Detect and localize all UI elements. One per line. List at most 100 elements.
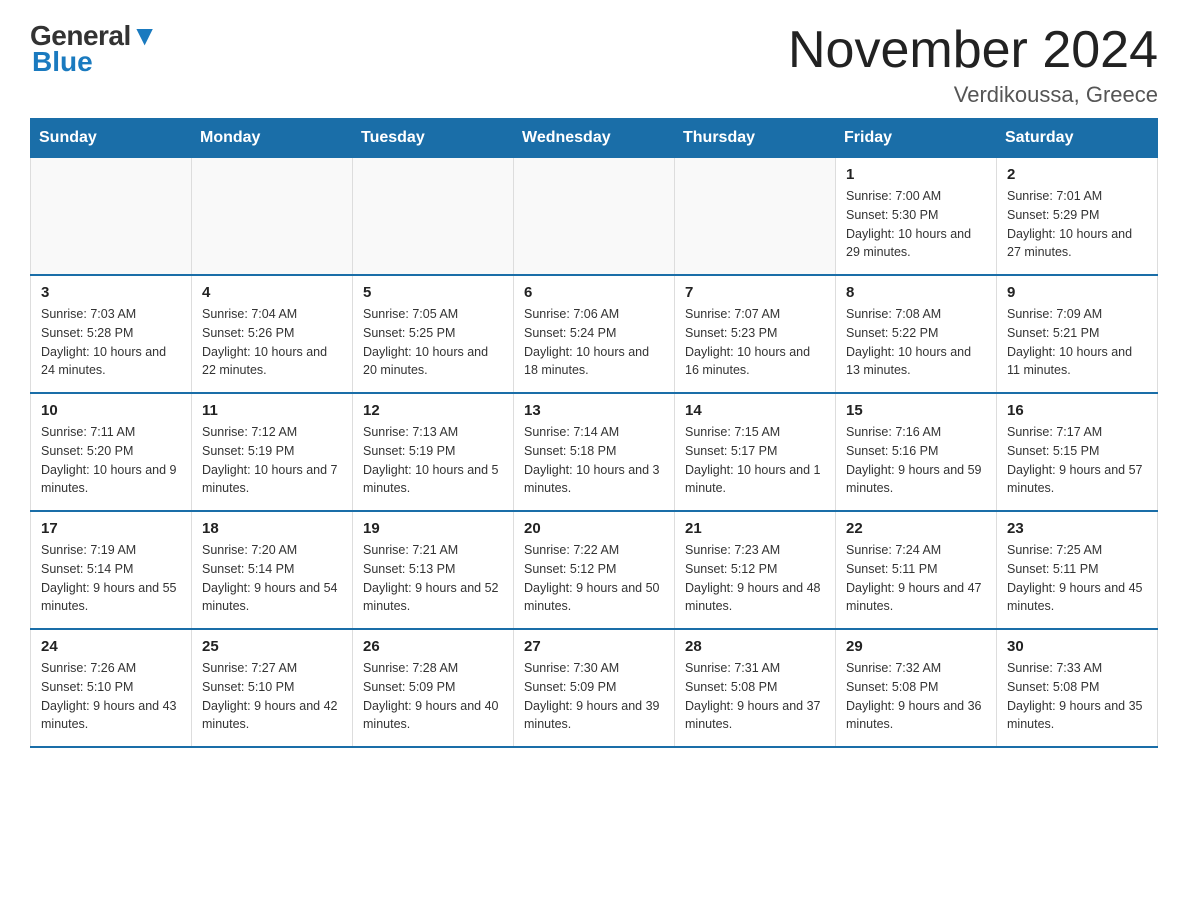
day-number: 5: [363, 284, 503, 301]
day-info: Sunrise: 7:15 AMSunset: 5:17 PMDaylight:…: [685, 423, 825, 498]
day-info: Sunrise: 7:16 AMSunset: 5:16 PMDaylight:…: [846, 423, 986, 498]
calendar-cell: 16 Sunrise: 7:17 AMSunset: 5:15 PMDayligh…: [997, 393, 1158, 511]
day-header-tuesday: Tuesday: [353, 119, 514, 158]
calendar-cell: 24 Sunrise: 7:26 AMSunset: 5:10 PMDayligh…: [31, 629, 192, 747]
day-number: 30: [1007, 638, 1147, 655]
day-info: Sunrise: 7:22 AMSunset: 5:12 PMDaylight:…: [524, 541, 664, 616]
calendar-cell: 19 Sunrise: 7:21 AMSunset: 5:13 PMDayligh…: [353, 511, 514, 629]
day-header-monday: Monday: [192, 119, 353, 158]
day-number: 20: [524, 520, 664, 537]
calendar-week-5: 24 Sunrise: 7:26 AMSunset: 5:10 PMDayligh…: [31, 629, 1158, 747]
day-info: Sunrise: 7:00 AMSunset: 5:30 PMDaylight:…: [846, 187, 986, 262]
day-number: 8: [846, 284, 986, 301]
calendar-cell: 7 Sunrise: 7:07 AMSunset: 5:23 PMDaylight…: [675, 275, 836, 393]
calendar-cell: [675, 158, 836, 276]
title-section: November 2024 Verdikoussa, Greece: [788, 20, 1158, 108]
day-number: 17: [41, 520, 181, 537]
day-number: 28: [685, 638, 825, 655]
day-number: 1: [846, 166, 986, 183]
day-info: Sunrise: 7:24 AMSunset: 5:11 PMDaylight:…: [846, 541, 986, 616]
day-number: 14: [685, 402, 825, 419]
day-info: Sunrise: 7:25 AMSunset: 5:11 PMDaylight:…: [1007, 541, 1147, 616]
day-number: 16: [1007, 402, 1147, 419]
location-text: Verdikoussa, Greece: [788, 82, 1158, 108]
day-number: 7: [685, 284, 825, 301]
day-number: 10: [41, 402, 181, 419]
day-info: Sunrise: 7:03 AMSunset: 5:28 PMDaylight:…: [41, 305, 181, 380]
day-header-wednesday: Wednesday: [514, 119, 675, 158]
day-info: Sunrise: 7:32 AMSunset: 5:08 PMDaylight:…: [846, 659, 986, 734]
day-number: 18: [202, 520, 342, 537]
day-info: Sunrise: 7:14 AMSunset: 5:18 PMDaylight:…: [524, 423, 664, 498]
day-number: 15: [846, 402, 986, 419]
calendar-cell: 12Sunrise: 7:13 AMSunset: 5:19 PMDayligh…: [353, 393, 514, 511]
day-number: 12: [363, 402, 503, 419]
calendar-cell: 23Sunrise: 7:25 AMSunset: 5:11 PMDayligh…: [997, 511, 1158, 629]
page-header: General▼ Blue November 2024 Verdikoussa,…: [30, 20, 1158, 108]
day-info: Sunrise: 7:27 AMSunset: 5:10 PMDaylight:…: [202, 659, 342, 734]
calendar-week-2: 3 Sunrise: 7:03 AMSunset: 5:28 PMDaylight…: [31, 275, 1158, 393]
calendar-body: 1 Sunrise: 7:00 AMSunset: 5:30 PMDaylight…: [31, 158, 1158, 748]
calendar-cell: [514, 158, 675, 276]
month-title: November 2024: [788, 20, 1158, 80]
calendar-cell: 30Sunrise: 7:33 AMSunset: 5:08 PMDayligh…: [997, 629, 1158, 747]
calendar-cell: 18 Sunrise: 7:20 AMSunset: 5:14 PMDayligh…: [192, 511, 353, 629]
calendar-cell: 27 Sunrise: 7:30 AMSunset: 5:09 PMDayligh…: [514, 629, 675, 747]
day-number: 27: [524, 638, 664, 655]
calendar-cell: 5Sunrise: 7:05 AMSunset: 5:25 PMDaylight…: [353, 275, 514, 393]
calendar-cell: 14 Sunrise: 7:15 AMSunset: 5:17 PMDayligh…: [675, 393, 836, 511]
calendar-cell: 8 Sunrise: 7:08 AMSunset: 5:22 PMDaylight…: [836, 275, 997, 393]
calendar-cell: 9 Sunrise: 7:09 AMSunset: 5:21 PMDaylight…: [997, 275, 1158, 393]
day-number: 13: [524, 402, 664, 419]
logo: General▼ Blue: [30, 20, 158, 78]
day-number: 26: [363, 638, 503, 655]
day-info: Sunrise: 7:11 AMSunset: 5:20 PMDaylight:…: [41, 423, 181, 498]
day-info: Sunrise: 7:17 AMSunset: 5:15 PMDaylight:…: [1007, 423, 1147, 498]
day-header-saturday: Saturday: [997, 119, 1158, 158]
calendar-week-3: 10 Sunrise: 7:11 AMSunset: 5:20 PMDayligh…: [31, 393, 1158, 511]
calendar-cell: 25 Sunrise: 7:27 AMSunset: 5:10 PMDayligh…: [192, 629, 353, 747]
day-info: Sunrise: 7:07 AMSunset: 5:23 PMDaylight:…: [685, 305, 825, 380]
calendar-cell: [31, 158, 192, 276]
day-number: 21: [685, 520, 825, 537]
day-info: Sunrise: 7:28 AMSunset: 5:09 PMDaylight:…: [363, 659, 503, 734]
calendar-week-1: 1 Sunrise: 7:00 AMSunset: 5:30 PMDaylight…: [31, 158, 1158, 276]
calendar-table: SundayMondayTuesdayWednesdayThursdayFrid…: [30, 118, 1158, 748]
logo-text-bottom: Blue: [32, 46, 93, 78]
day-header-thursday: Thursday: [675, 119, 836, 158]
day-number: 6: [524, 284, 664, 301]
day-info: Sunrise: 7:12 AMSunset: 5:19 PMDaylight:…: [202, 423, 342, 498]
calendar-cell: 11Sunrise: 7:12 AMSunset: 5:19 PMDayligh…: [192, 393, 353, 511]
day-info: Sunrise: 7:26 AMSunset: 5:10 PMDaylight:…: [41, 659, 181, 734]
day-info: Sunrise: 7:08 AMSunset: 5:22 PMDaylight:…: [846, 305, 986, 380]
calendar-cell: [353, 158, 514, 276]
day-number: 29: [846, 638, 986, 655]
day-info: Sunrise: 7:04 AMSunset: 5:26 PMDaylight:…: [202, 305, 342, 380]
day-header-friday: Friday: [836, 119, 997, 158]
day-info: Sunrise: 7:30 AMSunset: 5:09 PMDaylight:…: [524, 659, 664, 734]
calendar-cell: 28 Sunrise: 7:31 AMSunset: 5:08 PMDayligh…: [675, 629, 836, 747]
calendar-week-4: 17Sunrise: 7:19 AMSunset: 5:14 PMDayligh…: [31, 511, 1158, 629]
days-of-week-row: SundayMondayTuesdayWednesdayThursdayFrid…: [31, 119, 1158, 158]
calendar-cell: 1 Sunrise: 7:00 AMSunset: 5:30 PMDaylight…: [836, 158, 997, 276]
logo-triangle-icon: ▼: [131, 20, 158, 51]
day-info: Sunrise: 7:31 AMSunset: 5:08 PMDaylight:…: [685, 659, 825, 734]
day-number: 24: [41, 638, 181, 655]
day-number: 3: [41, 284, 181, 301]
day-number: 9: [1007, 284, 1147, 301]
day-number: 19: [363, 520, 503, 537]
calendar-cell: 21Sunrise: 7:23 AMSunset: 5:12 PMDayligh…: [675, 511, 836, 629]
calendar-cell: 6 Sunrise: 7:06 AMSunset: 5:24 PMDaylight…: [514, 275, 675, 393]
day-info: Sunrise: 7:21 AMSunset: 5:13 PMDaylight:…: [363, 541, 503, 616]
day-number: 4: [202, 284, 342, 301]
day-info: Sunrise: 7:09 AMSunset: 5:21 PMDaylight:…: [1007, 305, 1147, 380]
day-info: Sunrise: 7:06 AMSunset: 5:24 PMDaylight:…: [524, 305, 664, 380]
calendar-cell: 20 Sunrise: 7:22 AMSunset: 5:12 PMDayligh…: [514, 511, 675, 629]
calendar-cell: 2Sunrise: 7:01 AMSunset: 5:29 PMDaylight…: [997, 158, 1158, 276]
day-number: 25: [202, 638, 342, 655]
day-info: Sunrise: 7:01 AMSunset: 5:29 PMDaylight:…: [1007, 187, 1147, 262]
calendar-cell: 29 Sunrise: 7:32 AMSunset: 5:08 PMDayligh…: [836, 629, 997, 747]
calendar-cell: 3 Sunrise: 7:03 AMSunset: 5:28 PMDaylight…: [31, 275, 192, 393]
calendar-cell: 13 Sunrise: 7:14 AMSunset: 5:18 PMDayligh…: [514, 393, 675, 511]
day-info: Sunrise: 7:20 AMSunset: 5:14 PMDaylight:…: [202, 541, 342, 616]
